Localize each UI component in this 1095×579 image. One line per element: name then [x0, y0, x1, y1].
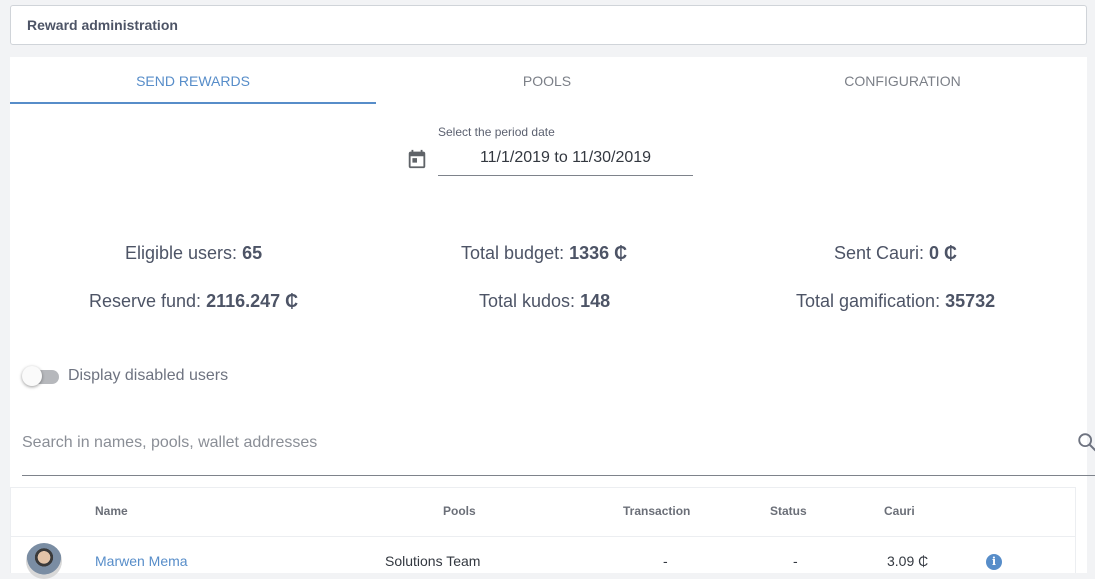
calendar-icon[interactable]: [406, 148, 428, 170]
stat-total-budget: Total budget: 1336 ₵: [461, 243, 627, 264]
stat-reserve-fund: Reserve fund: 2116.247 ₵: [89, 291, 298, 312]
stat-value: 35732: [945, 291, 996, 311]
stat-total-kudos: Total kudos: 148: [479, 291, 610, 312]
stat-label: Total kudos:: [479, 291, 581, 311]
period-date-label: Select the period date: [438, 125, 555, 139]
info-icon[interactable]: i: [986, 554, 1002, 570]
column-header-name[interactable]: Name: [95, 504, 128, 518]
page-header: Reward administration: [10, 5, 1087, 45]
user-name-link[interactable]: Marwen Mema: [95, 553, 188, 569]
stat-value: 65: [242, 243, 263, 263]
tab-pools[interactable]: POOLS: [376, 57, 718, 105]
column-header-pools[interactable]: Pools: [443, 504, 476, 518]
column-header-status[interactable]: Status: [770, 504, 807, 518]
period-date-field[interactable]: 11/1/2019 to 11/30/2019: [438, 143, 693, 176]
column-header-transaction[interactable]: Transaction: [623, 504, 690, 518]
column-header-cauri[interactable]: Cauri: [884, 504, 915, 518]
stat-label: Eligible users:: [125, 243, 243, 263]
user-transaction: -: [663, 553, 668, 569]
reward-panel: SEND REWARDS POOLS CONFIGURATION Select …: [10, 57, 1095, 579]
display-disabled-toggle[interactable]: [22, 366, 60, 386]
stat-eligible-users: Eligible users: 65: [125, 243, 262, 264]
stat-label: Reserve fund:: [89, 291, 207, 311]
page-title: Reward administration: [27, 17, 178, 33]
stat-sent-cauri: Sent Cauri: 0 ₵: [834, 243, 957, 264]
stat-label: Sent Cauri:: [834, 243, 930, 263]
stat-total-gamification: Total gamification: 35732: [796, 291, 995, 312]
active-tab-indicator: [10, 102, 376, 104]
user-status: -: [793, 553, 798, 569]
toggle-knob: [22, 366, 42, 386]
tab-send-rewards[interactable]: SEND REWARDS: [10, 57, 376, 105]
stat-label: Total budget:: [461, 243, 570, 263]
display-disabled-label: Display disabled users: [68, 367, 229, 384]
user-pool: Solutions Team: [385, 553, 481, 569]
stat-value: 0 ₵: [929, 243, 958, 263]
rewards-table: Name Pools Transaction Status Cauri Marw…: [10, 487, 1076, 579]
avatar: [26, 543, 62, 579]
user-cauri: 3.09 ₵: [887, 553, 929, 569]
stat-value: 148: [580, 291, 611, 311]
search-icon[interactable]: [1076, 431, 1095, 453]
tab-bar: SEND REWARDS POOLS CONFIGURATION: [10, 57, 1087, 105]
table-row: Marwen Mema Solutions Team - - 3.09 ₵ i: [11, 536, 1075, 579]
stat-value: 1336 ₵: [569, 243, 628, 263]
stat-label: Total gamification:: [796, 291, 946, 311]
stat-value: 2116.247 ₵: [206, 291, 299, 311]
search-input[interactable]: Search in names, pools, wallet addresses: [22, 423, 1095, 476]
tab-configuration[interactable]: CONFIGURATION: [718, 57, 1087, 105]
